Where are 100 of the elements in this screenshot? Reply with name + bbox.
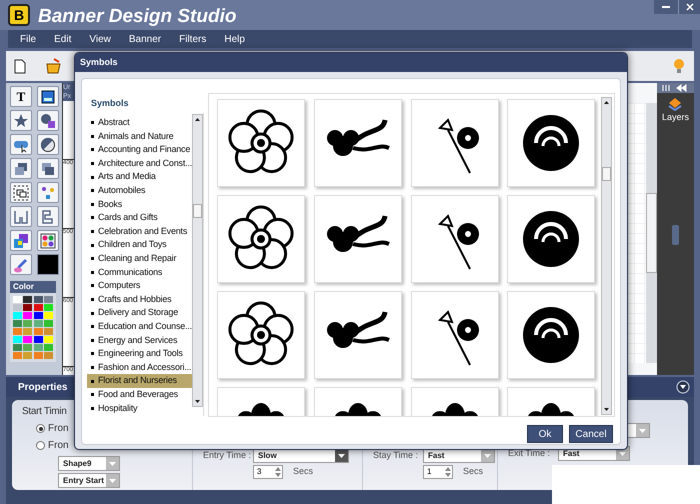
color-swatch[interactable] [34,344,42,351]
list-item[interactable]: Energy and Services [87,334,192,348]
panel-handle[interactable] [672,224,679,244]
tool-button[interactable] [37,158,59,179]
scrollbar-thumb[interactable] [602,167,611,181]
spinner-field[interactable]: 1 [423,465,453,479]
list-item[interactable]: Cards and Gifts [87,211,192,225]
color-swatch[interactable] [34,312,42,319]
list-item[interactable]: Engineering and Tools [87,347,192,361]
color-swatch[interactable] [44,336,53,343]
color-swatch[interactable] [34,320,42,327]
symbol-tile[interactable] [507,291,596,379]
list-item[interactable]: Animals and Nature [87,130,192,144]
dialog-button[interactable]: Ok [527,425,563,443]
list-item[interactable]: Children and Toys [87,238,192,252]
scrollbar-thumb[interactable] [646,193,657,273]
current-color-swatch[interactable] [37,254,59,275]
menu-item[interactable]: View [89,32,111,46]
color-swatch[interactable] [13,344,22,351]
color-swatch[interactable] [23,336,32,343]
color-swatch[interactable] [44,312,53,319]
symbol-tile[interactable] [217,99,306,187]
tool-button[interactable] [37,110,59,131]
color-swatch[interactable] [13,352,22,359]
dialog-button[interactable]: Cancel [569,425,613,443]
list-item[interactable]: Books [87,198,192,212]
radio-button[interactable] [36,424,45,433]
list-item[interactable]: Abstract [87,116,192,130]
color-swatch[interactable] [34,352,42,359]
symbol-tile[interactable] [314,291,402,379]
menu-item[interactable]: Edit [54,32,72,46]
symbol-tile[interactable] [217,291,306,379]
list-item[interactable]: Education and Counse... [87,320,192,334]
color-swatch[interactable] [23,344,32,351]
dropdown[interactable]: Shape9 [58,456,120,471]
menu-item[interactable]: Banner [128,32,162,46]
tool-button[interactable] [10,182,32,203]
color-swatch[interactable] [13,304,22,311]
symbol-tile[interactable] [410,195,499,283]
scrollbar[interactable] [601,97,612,415]
symbol-tile[interactable] [507,99,596,187]
list-item[interactable]: Arts and Media [87,170,192,184]
symbol-tile[interactable] [507,195,596,283]
symbol-tile[interactable] [410,291,499,379]
tool-button[interactable] [10,110,32,131]
dropdown[interactable]: Entry Start [58,473,120,488]
tool-button[interactable] [10,134,32,155]
color-swatch[interactable] [44,328,53,335]
panel-label[interactable]: Layers [662,111,689,124]
scrollbar[interactable] [646,103,657,363]
list-item[interactable]: Delivery and Storage [87,306,192,320]
minimize-button[interactable] [654,0,678,14]
color-swatch[interactable] [13,296,22,303]
color-swatch[interactable] [13,312,22,319]
color-swatch[interactable] [23,296,32,303]
color-swatch[interactable] [23,352,32,359]
color-swatch[interactable] [44,352,53,359]
tool-button[interactable] [10,158,32,179]
list-item[interactable]: Cleaning and Repair [87,252,192,266]
list-item[interactable]: Automobiles [87,184,192,198]
tool-button[interactable] [37,230,59,251]
color-swatch[interactable] [23,320,32,327]
color-swatch[interactable] [44,344,53,351]
symbol-tile[interactable] [314,99,402,187]
scrollbar-thumb[interactable] [193,204,202,218]
radio-option[interactable]: Fron [36,438,192,453]
color-swatch[interactable] [23,328,32,335]
list-item[interactable]: Celebration and Events [87,224,192,238]
list-item[interactable]: Florist and Nurseries [87,374,192,388]
radio-button[interactable] [36,441,45,450]
list-item[interactable]: Fashion and Accessori... [87,360,192,374]
list-item[interactable]: Hospitality [87,401,192,416]
tool-button[interactable] [37,134,59,155]
radio-option[interactable]: Fron [36,421,192,436]
spinner-field[interactable]: 3 [253,465,283,479]
color-swatch[interactable] [13,328,22,335]
color-swatch[interactable] [34,328,42,335]
symbol-tile[interactable] [410,99,499,187]
color-swatch[interactable] [44,296,53,303]
scrollbar[interactable] [192,114,204,407]
list-item[interactable]: Accounting and Finance [87,143,192,157]
color-swatch[interactable] [44,320,53,327]
list-item[interactable]: Architecture and Const... [87,156,192,170]
symbol-tile[interactable] [217,195,306,283]
color-swatch[interactable] [34,336,42,343]
tool-button[interactable] [37,86,59,107]
text-tool-button[interactable]: T [10,86,32,107]
menu-item[interactable]: Filters [179,32,206,46]
menu-item[interactable]: File [20,32,36,46]
color-swatch[interactable] [44,304,53,311]
color-swatch[interactable] [13,336,22,343]
color-swatch[interactable] [23,312,32,319]
list-item[interactable]: Food and Beverages [87,388,192,402]
color-swatch[interactable] [13,320,22,327]
symbol-tile[interactable] [314,195,402,283]
color-swatch[interactable] [34,296,42,303]
list-item[interactable]: Communications [87,266,192,280]
list-item[interactable]: Computers [87,279,192,293]
color-swatch[interactable] [23,304,32,311]
close-button[interactable] [678,0,700,14]
